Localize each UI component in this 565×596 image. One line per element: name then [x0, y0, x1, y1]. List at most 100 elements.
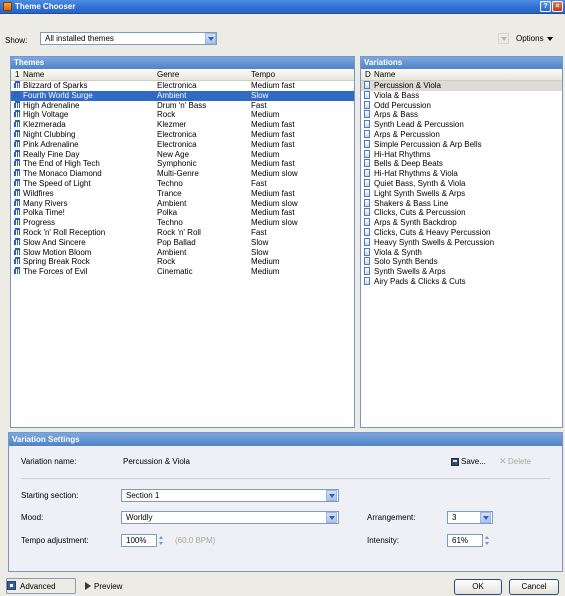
- starting-section-select[interactable]: Section 1: [121, 489, 339, 502]
- variation-file-icon: [364, 247, 370, 256]
- delete-button[interactable]: Delete: [508, 457, 531, 467]
- theme-row[interactable]: Pink Adrenaline Electronica Medium fast: [11, 139, 354, 150]
- variation-row[interactable]: Bells & Deep Beats: [361, 159, 562, 169]
- mood-select[interactable]: Worldly: [121, 511, 339, 524]
- variation-file-icon: [364, 129, 370, 138]
- column-icon[interactable]: D: [365, 70, 371, 79]
- disabled-dropdown-icon: [498, 33, 509, 44]
- theme-row[interactable]: The Forces of Evil Cinematic Medium: [11, 267, 354, 277]
- theme-tempo: Medium: [251, 149, 280, 159]
- variation-name: Quiet Bass, Synth & Viola: [374, 178, 466, 188]
- variation-row[interactable]: Percussion & Viola: [361, 81, 562, 91]
- theme-row[interactable]: The End of High Tech Symphonic Medium fast: [11, 159, 354, 169]
- variation-row[interactable]: Quiet Bass, Synth & Viola: [361, 178, 562, 189]
- theme-row[interactable]: Spring Break Rock Rock Medium: [11, 257, 354, 267]
- variation-row[interactable]: Arps & Synth Backdrop: [361, 218, 562, 228]
- theme-name: Wildfires: [23, 188, 54, 198]
- theme-name: The End of High Tech: [23, 159, 100, 169]
- preview-button[interactable]: Preview: [94, 582, 122, 592]
- variation-row[interactable]: Hi-Hat Rhythms: [361, 149, 562, 160]
- help-icon[interactable]: ?: [540, 1, 551, 12]
- theme-tempo: Medium fast: [251, 129, 295, 139]
- column-genre[interactable]: Genre: [157, 70, 179, 79]
- variation-name: Synth Swells & Arps: [374, 267, 446, 277]
- theme-row[interactable]: The Monaco Diamond Multi-Genre Medium slow: [11, 169, 354, 179]
- music-note-icon: [14, 120, 21, 128]
- mood-dropdown-icon[interactable]: [326, 512, 337, 523]
- theme-row[interactable]: Really Fine Day New Age Medium: [11, 149, 354, 160]
- variation-row[interactable]: Viola & Synth: [361, 247, 562, 258]
- variation-row[interactable]: Solo Synth Bends: [361, 257, 562, 267]
- variation-row[interactable]: Odd Percussion: [361, 100, 562, 111]
- variation-file-icon: [364, 110, 370, 119]
- theme-row[interactable]: The Speed of Light Techno Fast: [11, 178, 354, 189]
- theme-row[interactable]: Polka Time! Polka Medium fast: [11, 208, 354, 218]
- theme-genre: Rock: [157, 257, 176, 267]
- theme-name: Spring Break Rock: [23, 257, 90, 267]
- starting-section-dropdown-icon[interactable]: [326, 490, 337, 501]
- variation-row[interactable]: Synth Swells & Arps: [361, 267, 562, 277]
- tempo-spinner-icon[interactable]: [158, 534, 165, 547]
- theme-name: Klezmerada: [23, 120, 66, 130]
- intensity-spinner-icon[interactable]: [484, 534, 491, 547]
- variation-row[interactable]: Arps & Percussion: [361, 129, 562, 140]
- theme-tempo: Medium fast: [251, 188, 295, 198]
- show-filter-select[interactable]: All installed themes: [40, 32, 217, 45]
- variation-row[interactable]: Clicks, Cuts & Heavy Percussion: [361, 227, 562, 238]
- theme-genre: Ambient: [157, 90, 187, 100]
- options-menu-button[interactable]: Options: [516, 34, 553, 44]
- theme-row[interactable]: Wildfires Trance Medium fast: [11, 188, 354, 199]
- variation-row[interactable]: Light Synth Swells & Arps: [361, 188, 562, 199]
- variation-name-value: Percussion & Viola: [123, 457, 190, 466]
- theme-name: Slow Motion Bloom: [23, 247, 92, 257]
- themes-list: Blizzard of Sparks Electronica Medium fast…: [11, 81, 354, 277]
- music-note-icon: [14, 188, 21, 197]
- save-button[interactable]: Save...: [461, 457, 486, 467]
- column-name[interactable]: Name: [374, 70, 395, 79]
- theme-row[interactable]: High Voltage Rock Medium: [11, 110, 354, 120]
- cancel-button[interactable]: Cancel: [509, 579, 559, 595]
- show-filter-dropdown-icon[interactable]: [205, 33, 216, 44]
- variation-file-icon: [364, 218, 370, 227]
- theme-row[interactable]: Slow And Sincere Pop Ballad Slow: [11, 237, 354, 248]
- variation-file-icon: [364, 90, 370, 99]
- theme-row[interactable]: Klezmerada Klezmer Medium fast: [11, 120, 354, 130]
- ok-button[interactable]: OK: [454, 579, 502, 595]
- theme-name: Progress: [23, 218, 56, 228]
- column-number[interactable]: 1: [15, 70, 19, 79]
- theme-row[interactable]: High Adrenaline Drum 'n' Bass Fast: [11, 100, 354, 111]
- arrangement-dropdown-icon[interactable]: [480, 512, 491, 523]
- variation-row[interactable]: Heavy Synth Swells & Percussion: [361, 237, 562, 248]
- variation-row[interactable]: Synth Lead & Percussion: [361, 120, 562, 130]
- theme-row[interactable]: Rock 'n' Roll Reception Rock 'n' Roll Fast: [11, 227, 354, 238]
- theme-genre: Drum 'n' Bass: [157, 100, 207, 110]
- variation-row[interactable]: Shakers & Bass Line: [361, 198, 562, 209]
- theme-row[interactable]: Progress Techno Medium slow: [11, 218, 354, 228]
- variation-file-icon: [364, 120, 370, 129]
- theme-row[interactable]: Night Clubbing Electronica Medium fast: [11, 129, 354, 140]
- theme-row[interactable]: Many Rivers Ambient Medium slow: [11, 198, 354, 209]
- variation-row[interactable]: Hi-Hat Rhythms & Viola: [361, 169, 562, 179]
- theme-tempo: Medium fast: [251, 139, 295, 149]
- close-icon[interactable]: ×: [552, 1, 563, 12]
- variation-row[interactable]: Clicks, Cuts & Percussion: [361, 208, 562, 218]
- variation-file-icon: [364, 149, 370, 158]
- variation-row[interactable]: Simple Percussion & Arp Bells: [361, 139, 562, 150]
- intensity-input[interactable]: 61%: [447, 534, 483, 547]
- theme-tempo: Fast: [251, 100, 267, 110]
- variation-row[interactable]: Viola & Bass: [361, 90, 562, 101]
- themes-panel: Themes 1 Name Genre Tempo Blizzard of Sp…: [10, 56, 355, 428]
- theme-row[interactable]: Fourth World Surge Ambient Slow: [11, 90, 354, 101]
- variation-name: Heavy Synth Swells & Percussion: [374, 237, 495, 247]
- theme-row[interactable]: Slow Motion Bloom Ambient Slow: [11, 247, 354, 258]
- variation-row[interactable]: Arps & Bass: [361, 110, 562, 120]
- column-tempo[interactable]: Tempo: [251, 70, 275, 79]
- starting-section-label: Starting section:: [21, 491, 79, 500]
- variation-file-icon: [364, 159, 370, 168]
- column-name[interactable]: Name: [23, 70, 44, 79]
- variation-row[interactable]: Airy Pads & Clicks & Cuts: [361, 276, 562, 287]
- variation-name: Airy Pads & Clicks & Cuts: [374, 276, 466, 286]
- theme-row[interactable]: Blizzard of Sparks Electronica Medium fast: [11, 81, 354, 91]
- show-filter-value: All installed themes: [45, 34, 114, 43]
- tempo-adjustment-input[interactable]: 100%: [121, 534, 157, 547]
